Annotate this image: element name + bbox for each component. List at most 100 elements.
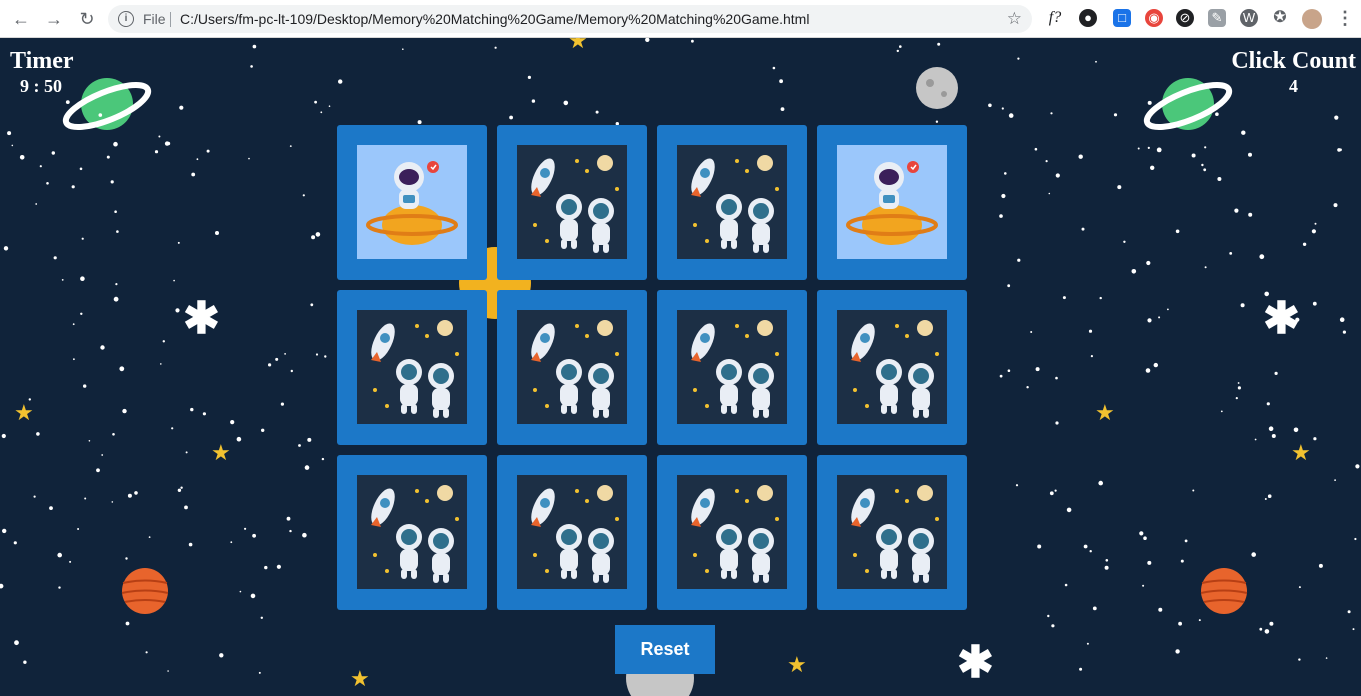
star-dot xyxy=(1049,491,1054,496)
memory-card[interactable] xyxy=(337,125,487,280)
star-dot xyxy=(113,141,118,147)
star-dot xyxy=(1158,607,1163,612)
star-dot xyxy=(1333,203,1338,208)
star-dot xyxy=(1158,316,1161,319)
rocket-icon xyxy=(371,488,395,527)
astronaut-icon xyxy=(874,162,904,209)
extension-icon[interactable]: ● xyxy=(1079,9,1097,27)
star-dot xyxy=(191,172,196,177)
star-dot xyxy=(114,210,117,213)
memory-card[interactable] xyxy=(337,290,487,445)
astronaut-on-planet-image xyxy=(837,145,947,259)
menu-icon[interactable]: ⋮ xyxy=(1336,9,1354,27)
star-dot xyxy=(1055,376,1058,380)
back-icon[interactable]: ← xyxy=(10,8,32,30)
star-dot xyxy=(115,283,118,286)
extension-icon[interactable]: □ xyxy=(1113,9,1131,27)
memory-card[interactable] xyxy=(657,125,807,280)
star-dot xyxy=(96,468,100,473)
star-dot xyxy=(145,651,148,654)
extension-icon[interactable]: ⊘ xyxy=(1176,9,1194,27)
star-dot xyxy=(280,402,284,406)
rocket-icon xyxy=(851,488,875,527)
url-text[interactable]: C:/Users/fm-pc-lt-109/Desktop/Memory%20M… xyxy=(180,11,809,27)
astronaut-icon xyxy=(556,194,582,249)
star-dot xyxy=(1083,544,1088,549)
yellow-star-icon: ★ xyxy=(350,666,370,691)
star-dot xyxy=(311,235,316,240)
star-dot xyxy=(276,564,281,569)
memory-card[interactable] xyxy=(817,290,967,445)
star-dot xyxy=(1131,269,1137,274)
star-dot xyxy=(1198,619,1201,622)
rocket-icon xyxy=(691,158,715,197)
star-dot xyxy=(230,541,233,544)
star-dot xyxy=(3,246,9,251)
memory-card[interactable] xyxy=(497,125,647,280)
star-dot xyxy=(289,145,292,147)
game-page: ★ ★ ★ ★ ★ ★ ★ ✱ ✱ ✱ Timer 9 : 50 Click C… xyxy=(0,38,1361,696)
star-dot xyxy=(171,427,174,430)
star-dot xyxy=(268,363,272,367)
memory-card[interactable] xyxy=(817,125,967,280)
memory-card[interactable] xyxy=(497,455,647,610)
star-dot xyxy=(1266,402,1270,406)
star-dot xyxy=(19,155,25,160)
star-dot xyxy=(1007,369,1011,373)
astronaut-icon xyxy=(876,524,902,579)
star-dot xyxy=(321,457,325,461)
star-dot xyxy=(1318,563,1323,568)
address-bar[interactable]: i File C:/Users/fm-pc-lt-109/Desktop/Mem… xyxy=(108,5,1032,33)
extension-icon[interactable]: W xyxy=(1240,9,1258,27)
star-dot xyxy=(1026,386,1029,389)
info-icon[interactable]: i xyxy=(118,11,134,27)
star-dot xyxy=(899,45,902,48)
planet-icon xyxy=(846,205,938,245)
star-dot xyxy=(134,491,138,495)
rocket-astronauts-image xyxy=(517,475,627,589)
white-star-icon: ✱ xyxy=(183,294,220,343)
star-dot xyxy=(1334,115,1339,120)
star-dot xyxy=(531,99,536,103)
orange-planet-icon xyxy=(121,568,169,614)
profile-avatar[interactable] xyxy=(1302,9,1322,29)
green-planet-icon xyxy=(1143,78,1233,130)
star-dot xyxy=(1237,386,1241,390)
star-dot xyxy=(1153,362,1159,368)
star-dot xyxy=(175,308,180,313)
star-dot xyxy=(780,107,785,111)
memory-card[interactable] xyxy=(497,290,647,445)
star-dot xyxy=(320,111,323,114)
puzzle-icon[interactable]: ✪ xyxy=(1271,9,1289,27)
bookmark-star-icon[interactable]: ☆ xyxy=(1007,9,1022,29)
star-dot xyxy=(1146,260,1151,266)
star-dot xyxy=(1078,154,1083,159)
star-dot xyxy=(1015,484,1019,487)
memory-card[interactable] xyxy=(337,455,487,610)
reset-button[interactable]: Reset xyxy=(615,625,715,674)
rocket-astronauts-image xyxy=(357,475,467,589)
star-dot xyxy=(1017,258,1021,262)
star-dot xyxy=(1030,331,1033,333)
extension-icon[interactable]: ◉ xyxy=(1145,9,1163,27)
extension-fx-icon[interactable]: f? xyxy=(1046,9,1064,27)
star-dot xyxy=(1274,371,1278,375)
star-dot xyxy=(1293,427,1299,433)
star-dot xyxy=(1241,130,1246,135)
star-dot xyxy=(65,100,70,104)
forward-icon[interactable]: → xyxy=(43,8,65,30)
star-dot xyxy=(304,465,310,470)
rocket-astronauts-image xyxy=(677,145,787,259)
star-dot xyxy=(999,374,1003,378)
rocket-astronauts-image xyxy=(517,145,627,259)
memory-card[interactable] xyxy=(657,455,807,610)
reload-icon[interactable]: ↻ xyxy=(76,8,98,30)
memory-card[interactable] xyxy=(657,290,807,445)
star-dot xyxy=(302,194,305,197)
star-dot xyxy=(119,366,125,372)
star-dot xyxy=(1089,550,1092,553)
star-dot xyxy=(307,437,312,442)
extension-icon[interactable]: ✎ xyxy=(1208,9,1226,27)
memory-card[interactable] xyxy=(817,455,967,610)
star-dot xyxy=(1204,266,1207,269)
